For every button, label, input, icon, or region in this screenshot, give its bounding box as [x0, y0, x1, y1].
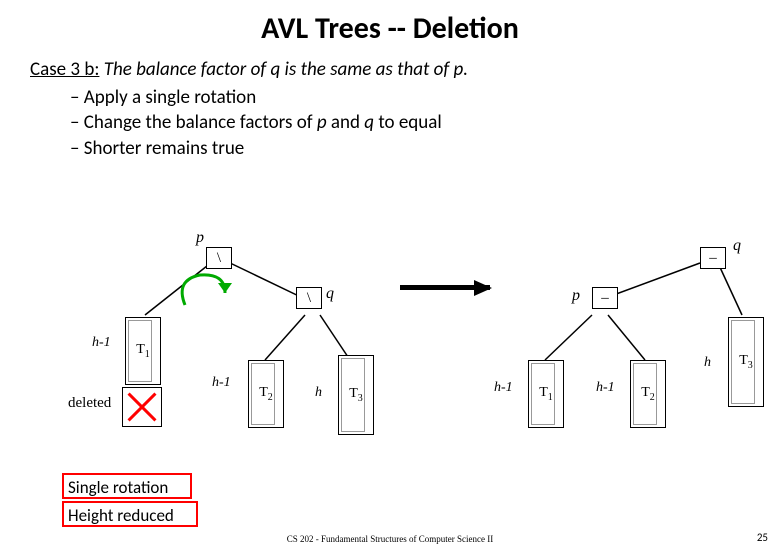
- right-h2: h-1: [596, 380, 615, 396]
- diagram-area: p \ q \ T1 h-1 T2 h-1 T3 h deleted q – p…: [0, 225, 780, 495]
- left-h3: h: [315, 385, 322, 401]
- left-subtree-t1: T1: [125, 317, 161, 385]
- case-desc: The balance factor of q is the same as t…: [104, 58, 468, 81]
- left-q-balance: \: [296, 287, 322, 309]
- left-h2: h-1: [212, 375, 231, 391]
- right-p-label: p: [572, 287, 580, 305]
- case-line: Case 3 b: The balance factor of q is the…: [30, 57, 750, 83]
- right-subtree-t1: T1: [528, 360, 564, 428]
- bullet-1: Apply a single rotation: [70, 85, 750, 111]
- page-number: 25: [757, 531, 768, 544]
- right-q-balance: –: [700, 247, 726, 269]
- left-h1: h-1: [92, 335, 111, 351]
- right-subtree-t3: T3: [728, 317, 764, 407]
- deleted-label: deleted: [68, 395, 111, 412]
- slide-body: Case 3 b: The balance factor of q is the…: [0, 47, 780, 162]
- bullet-list: Apply a single rotation Change the balan…: [70, 85, 750, 162]
- note-2: Height reduced: [64, 503, 196, 528]
- right-q-label: q: [733, 237, 741, 255]
- left-q-label: q: [326, 285, 334, 303]
- arrow-icon: [400, 285, 490, 290]
- slide-title: AVL Trees -- Deletion: [0, 10, 780, 47]
- right-h1: h-1: [494, 380, 513, 396]
- left-p-balance: \: [206, 247, 232, 269]
- right-p-balance: –: [592, 287, 618, 309]
- case-prefix: Case 3 b:: [30, 58, 99, 81]
- bullet-3: Shorter remains true: [70, 136, 750, 162]
- footer-text: CS 202 - Fundamental Structures of Compu…: [0, 534, 780, 544]
- right-h3: h: [704, 355, 711, 371]
- note-2-box: Height reduced: [62, 501, 198, 527]
- left-p-label: p: [196, 229, 204, 247]
- bullet-2: Change the balance factors of p and q to…: [70, 110, 750, 136]
- left-subtree-t2: T2: [248, 360, 284, 428]
- left-subtree-t3: T3: [338, 355, 374, 435]
- note-1: Single rotation: [64, 475, 190, 500]
- x-mark-icon: [123, 388, 161, 426]
- note-1-box: Single rotation: [62, 473, 192, 499]
- right-subtree-t2: T2: [630, 360, 666, 428]
